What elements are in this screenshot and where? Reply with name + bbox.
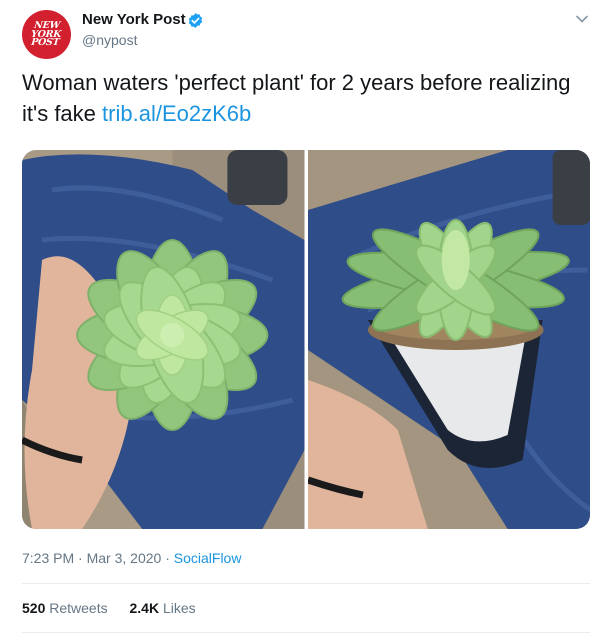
chevron-down-icon[interactable] xyxy=(575,12,589,26)
tweet-date: Mar 3, 2020 xyxy=(86,550,162,566)
photo-right-image xyxy=(307,150,590,529)
media-grid xyxy=(22,150,590,529)
divider xyxy=(22,632,590,633)
photo-left-image xyxy=(22,150,305,529)
photo-right[interactable] xyxy=(307,150,590,529)
likes-count: 2.4K xyxy=(129,600,160,616)
verified-badge-icon xyxy=(188,13,203,28)
retweets-label: Retweets xyxy=(49,600,108,616)
retweets-count: 520 xyxy=(22,600,46,616)
tweet-stats: 520 Retweets 2.4K Likes xyxy=(22,600,214,616)
tweet-time: 7:23 PM xyxy=(22,550,75,566)
author-name[interactable]: New York Post xyxy=(82,11,186,28)
tweet-card: NEW YORK POST New York Post @nypost Woma… xyxy=(0,0,612,641)
avatar[interactable]: NEW YORK POST xyxy=(22,10,71,59)
author-handle[interactable]: @nypost xyxy=(82,32,137,48)
tweet-source[interactable]: SocialFlow xyxy=(174,550,242,566)
photo-left[interactable] xyxy=(22,150,305,529)
likes-stat[interactable]: 2.4K Likes xyxy=(130,600,196,616)
avatar-logo-text: NEW YORK POST xyxy=(30,19,63,48)
separator: · xyxy=(78,550,83,566)
retweets-stat[interactable]: 520 Retweets xyxy=(22,600,108,616)
separator: · xyxy=(165,550,170,566)
likes-label: Likes xyxy=(162,600,196,616)
tweet-text: Woman waters 'perfect plant' for 2 years… xyxy=(22,67,582,129)
tweet-link[interactable]: trib.al/Eo2zK6b xyxy=(102,101,251,126)
divider xyxy=(22,583,590,584)
tweet-timestamp[interactable]: 7:23 PM · Mar 3, 2020 · SocialFlow xyxy=(22,550,241,566)
